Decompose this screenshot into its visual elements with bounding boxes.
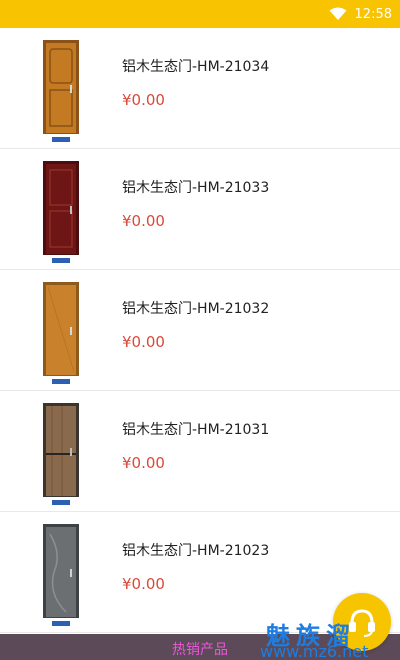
product-item[interactable]: 铝木生态门-HM-21031 ¥0.00 xyxy=(0,391,400,512)
product-price: ¥0.00 xyxy=(122,212,165,230)
product-image xyxy=(40,524,82,626)
product-item[interactable]: 铝木生态门-HM-21032 ¥0.00 xyxy=(0,270,400,391)
headset-icon xyxy=(349,609,375,637)
product-price: ¥0.00 xyxy=(122,333,165,351)
product-item[interactable]: 铝木生态门-HM-21033 ¥0.00 xyxy=(0,149,400,270)
product-item[interactable]: 铝木生态门-HM-21034 ¥0.00 xyxy=(0,28,400,149)
product-image xyxy=(40,282,82,384)
product-image xyxy=(40,403,82,505)
product-title[interactable]: 铝木生态门-HM-21032 xyxy=(122,298,269,318)
product-image xyxy=(40,161,82,263)
product-title[interactable]: 铝木生态门-HM-21023 xyxy=(122,540,269,560)
wifi-icon xyxy=(329,7,347,20)
product-title[interactable]: 铝木生态门-HM-21033 xyxy=(122,177,269,197)
product-title[interactable]: 铝木生态门-HM-21034 xyxy=(122,56,269,76)
hot-products-tab[interactable]: 热销产品 xyxy=(172,639,228,659)
product-price: ¥0.00 xyxy=(122,91,165,109)
status-bar: 12:58 xyxy=(0,0,400,28)
product-price: ¥0.00 xyxy=(122,454,165,472)
status-time: 12:58 xyxy=(354,6,392,22)
product-title[interactable]: 铝木生态门-HM-21031 xyxy=(122,419,269,439)
product-list: 铝木生态门-HM-21034 ¥0.00 铝木生态门-HM-21033 ¥0.0… xyxy=(0,28,400,633)
product-price: ¥0.00 xyxy=(122,575,165,593)
customer-service-button[interactable] xyxy=(333,593,391,651)
product-image xyxy=(40,40,82,142)
